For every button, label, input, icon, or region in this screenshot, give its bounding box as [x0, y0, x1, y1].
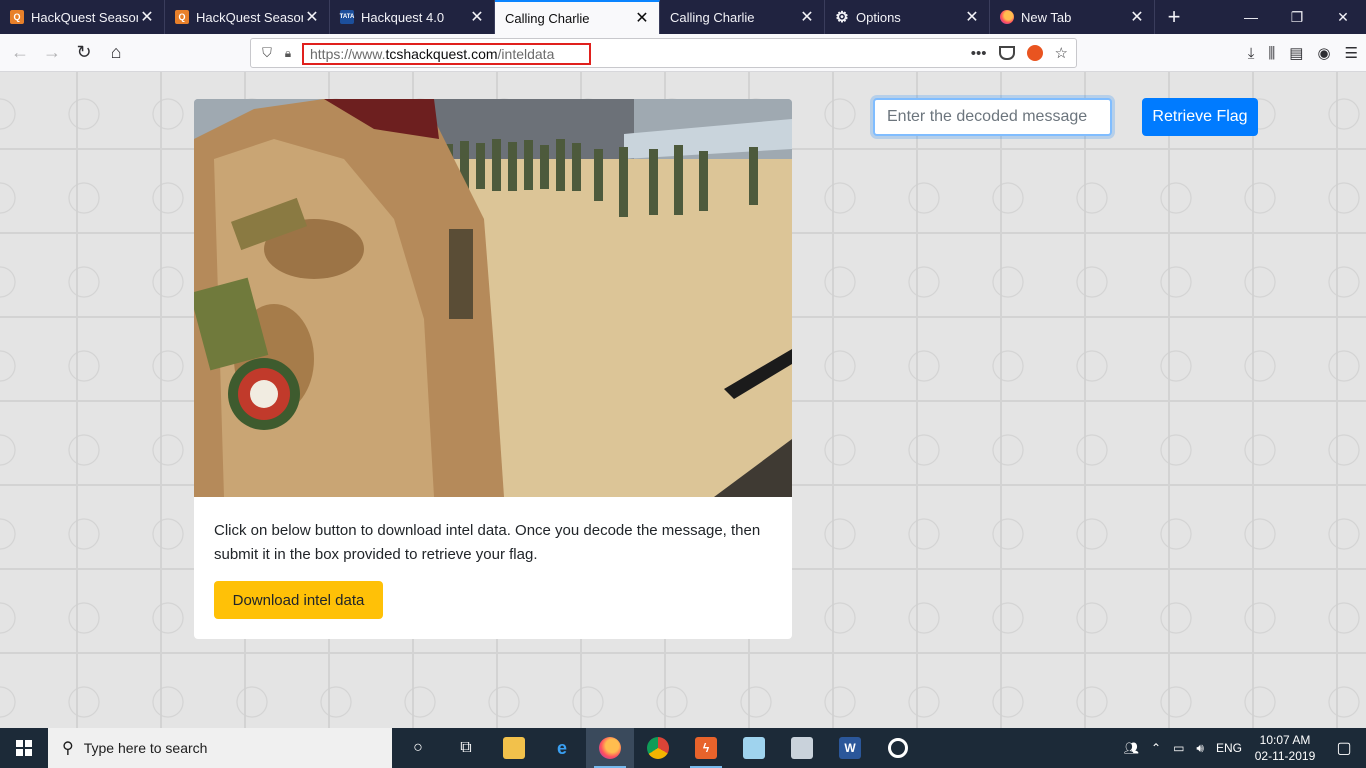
- tab-label: Calling Charlie: [505, 10, 590, 26]
- close-icon[interactable]: ✕: [963, 8, 981, 26]
- window-controls: — ❐ ✕: [1228, 0, 1366, 34]
- decoded-message-input[interactable]: [873, 98, 1112, 136]
- minimize-icon[interactable]: —: [1228, 0, 1274, 34]
- tab-options[interactable]: ⚙ Options ✕: [825, 0, 990, 34]
- cortana-icon[interactable]: ○: [394, 728, 442, 768]
- taskbar-search[interactable]: ⚲ Type here to search: [48, 728, 392, 768]
- intel-card: Click on below button to download intel …: [194, 99, 792, 639]
- restore-icon[interactable]: ❐: [1274, 0, 1320, 34]
- gear-icon: ⚙: [835, 9, 849, 26]
- reload-icon[interactable]: ↻: [68, 37, 100, 69]
- url-path: /inteldata: [497, 46, 555, 62]
- network-icon[interactable]: ▭: [1167, 728, 1190, 768]
- groove-music-icon[interactable]: [874, 728, 922, 768]
- clock[interactable]: 10:07 AM 02-11-2019: [1248, 732, 1322, 764]
- tata-icon: TATA: [340, 10, 354, 24]
- taskbar: ⚲ Type here to search ○ ⧉ e ϟ W 👥︎ ⌃ ▭ 🔊…: [0, 728, 1366, 768]
- task-view-icon[interactable]: ⧉: [442, 728, 490, 768]
- account-icon[interactable]: ◉: [1317, 44, 1330, 62]
- tracking-shield-icon[interactable]: ⛉: [255, 45, 279, 61]
- clock-date: 02-11-2019: [1254, 749, 1316, 763]
- word-icon[interactable]: W: [826, 728, 874, 768]
- tab-calling-charlie-active[interactable]: Calling Charlie ✕: [495, 0, 660, 34]
- url-host: tcshackquest.com: [385, 46, 498, 62]
- pocket-icon[interactable]: [998, 46, 1015, 60]
- people-icon[interactable]: 👥︎: [1118, 728, 1145, 768]
- action-center-icon[interactable]: ▢: [1322, 738, 1366, 758]
- url-actions: ••• ☆: [971, 39, 1068, 67]
- input-language[interactable]: ENG: [1210, 728, 1248, 768]
- url-bar[interactable]: ⛉ 🔒︎ https://www.tcshackquest.com/inteld…: [250, 38, 1077, 68]
- close-icon[interactable]: ✕: [303, 8, 321, 26]
- tab-hackquest-season-2[interactable]: Q HackQuest Season ✕: [165, 0, 330, 34]
- hackquest-icon: Q: [175, 10, 189, 24]
- tab-label: HackQuest Season: [31, 9, 138, 25]
- close-icon[interactable]: ✕: [138, 8, 156, 26]
- forward-arrow-icon[interactable]: →: [36, 37, 68, 69]
- firefox-taskbar-icon[interactable]: [586, 728, 634, 768]
- soldier-photo: [194, 99, 792, 497]
- chrome-icon[interactable]: [634, 728, 682, 768]
- extension-icon[interactable]: [1026, 45, 1043, 61]
- url-prefix: https://www.: [310, 46, 386, 62]
- tab-label: Hackquest 4.0: [361, 9, 445, 25]
- tab-label: New Tab: [1021, 9, 1072, 25]
- volume-icon[interactable]: 🔊︎: [1190, 728, 1210, 768]
- sidebar-icon[interactable]: ▤: [1289, 44, 1303, 62]
- hackquest-icon: Q: [10, 10, 24, 24]
- intel-instructions: Click on below button to download intel …: [214, 522, 761, 563]
- show-hidden-icons-chevron-icon[interactable]: ⌃: [1145, 728, 1167, 768]
- firefox-icon: [1000, 10, 1014, 24]
- file-explorer-icon[interactable]: [490, 728, 538, 768]
- lock-icon[interactable]: 🔒︎: [279, 46, 297, 61]
- tab-hackquest-4[interactable]: TATA Hackquest 4.0 ✕: [330, 0, 495, 34]
- close-icon[interactable]: ✕: [468, 8, 486, 26]
- start-button[interactable]: [0, 728, 48, 768]
- search-placeholder: Type here to search: [83, 740, 208, 756]
- close-icon[interactable]: ✕: [1128, 8, 1146, 26]
- search-icon: ⚲: [62, 740, 74, 757]
- burp-suite-icon[interactable]: ϟ: [682, 728, 730, 768]
- remote-desktop-icon[interactable]: [778, 728, 826, 768]
- tab-calling-charlie[interactable]: Calling Charlie ✕: [660, 0, 825, 34]
- page-actions-icon[interactable]: •••: [971, 45, 987, 62]
- tab-new-tab[interactable]: New Tab ✕: [990, 0, 1155, 34]
- window-close-icon[interactable]: ✕: [1320, 0, 1366, 34]
- edge-icon[interactable]: e: [538, 728, 586, 768]
- retrieve-flag-button[interactable]: Retrieve Flag: [1142, 98, 1258, 136]
- bookmark-star-icon[interactable]: ☆: [1055, 44, 1068, 62]
- download-intel-button[interactable]: Download intel data: [214, 581, 383, 619]
- menu-icon[interactable]: ☰: [1345, 44, 1358, 62]
- back-arrow-icon[interactable]: ←: [4, 37, 36, 69]
- toolbar-right: ⤓ ⫼ ▤ ◉ ☰: [1248, 38, 1358, 68]
- soldier-photo-illustration: [194, 99, 792, 497]
- navigation-toolbar: ← → ↻ ⌂ ⛉ 🔒︎ https://www.tcshackquest.co…: [0, 34, 1366, 72]
- close-icon[interactable]: ✕: [798, 8, 816, 26]
- clock-time: 10:07 AM: [1259, 733, 1311, 747]
- new-tab-button[interactable]: +: [1159, 0, 1189, 34]
- downloads-icon[interactable]: ⤓: [1248, 45, 1255, 62]
- tab-label: HackQuest Season: [196, 9, 303, 25]
- url-text[interactable]: https://www.tcshackquest.com/inteldata: [302, 43, 591, 65]
- tab-label: Options: [856, 9, 901, 25]
- tab-label: Calling Charlie: [670, 9, 755, 25]
- home-icon[interactable]: ⌂: [100, 37, 132, 69]
- close-icon[interactable]: ✕: [633, 9, 651, 27]
- page-content: Click on below button to download intel …: [0, 72, 1366, 728]
- library-icon[interactable]: ⫼: [1268, 45, 1275, 62]
- tab-hackquest-season-1[interactable]: Q HackQuest Season ✕: [0, 0, 165, 34]
- notepad-icon[interactable]: [730, 728, 778, 768]
- system-tray: 👥︎ ⌃ ▭ 🔊︎ ENG 10:07 AM 02-11-2019 ▢: [1118, 728, 1366, 768]
- tab-strip: Q HackQuest Season ✕ Q HackQuest Season …: [0, 0, 1366, 34]
- windows-logo-icon: [16, 740, 32, 756]
